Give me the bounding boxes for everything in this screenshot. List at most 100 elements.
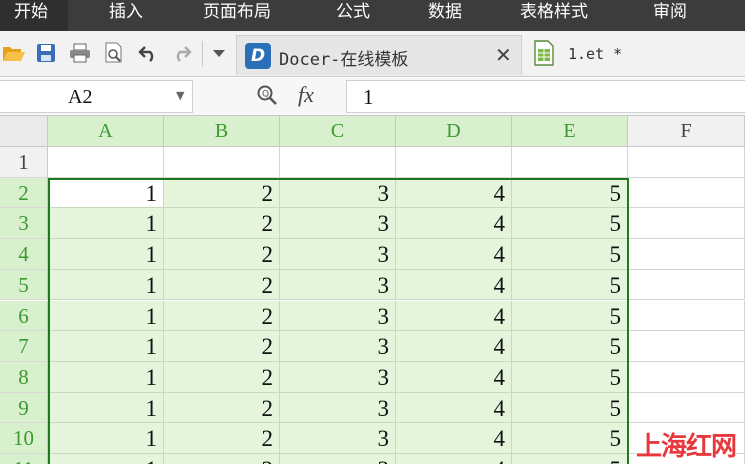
cell-f1[interactable] bbox=[628, 147, 745, 178]
cell-e11[interactable]: 5 bbox=[512, 454, 628, 464]
cell-e9[interactable]: 5 bbox=[512, 392, 628, 424]
cell-d9[interactable]: 4 bbox=[396, 392, 512, 424]
redo-icon[interactable] bbox=[170, 40, 194, 66]
cell-a2[interactable]: 1 bbox=[48, 177, 164, 209]
select-all-corner[interactable] bbox=[0, 116, 48, 147]
formula-input[interactable]: 1 bbox=[346, 80, 745, 113]
cell-b3[interactable]: 2 bbox=[164, 208, 280, 240]
row-header-5[interactable]: 5 bbox=[0, 269, 48, 301]
cell-c5[interactable]: 3 bbox=[280, 269, 396, 301]
column-header-c[interactable]: C bbox=[280, 116, 396, 147]
customize-dropdown-icon[interactable] bbox=[207, 40, 231, 66]
cell-e7[interactable]: 5 bbox=[512, 331, 628, 362]
cell-f3[interactable] bbox=[628, 208, 745, 240]
cell-c7[interactable]: 3 bbox=[280, 331, 396, 362]
insert-function-icon[interactable]: fx bbox=[298, 82, 314, 108]
cell-e6[interactable]: 5 bbox=[512, 300, 628, 332]
zoom-function-icon[interactable]: Q bbox=[256, 84, 278, 111]
cell-b6[interactable]: 2 bbox=[164, 300, 280, 332]
close-icon[interactable]: ✕ bbox=[495, 43, 512, 67]
row-header-8[interactable]: 8 bbox=[0, 361, 48, 393]
cell-e2[interactable]: 5 bbox=[512, 177, 628, 209]
cell-b8[interactable]: 2 bbox=[164, 361, 280, 393]
cell-d8[interactable]: 4 bbox=[396, 361, 512, 393]
column-header-d[interactable]: D bbox=[396, 116, 512, 147]
column-header-f[interactable]: F bbox=[628, 116, 745, 147]
cell-f8[interactable] bbox=[628, 361, 745, 393]
column-header-a[interactable]: A bbox=[48, 116, 164, 147]
cell-d10[interactable]: 4 bbox=[396, 423, 512, 454]
cell-a3[interactable]: 1 bbox=[48, 208, 164, 240]
undo-icon[interactable] bbox=[136, 40, 160, 66]
cell-a9[interactable]: 1 bbox=[48, 392, 164, 424]
cell-d5[interactable]: 4 bbox=[396, 269, 512, 301]
column-header-e[interactable]: E bbox=[512, 116, 628, 147]
cell-c9[interactable]: 3 bbox=[280, 392, 396, 424]
cell-f7[interactable] bbox=[628, 331, 745, 362]
cell-f5[interactable] bbox=[628, 269, 745, 301]
cell-e10[interactable]: 5 bbox=[512, 423, 628, 454]
cell-c8[interactable]: 3 bbox=[280, 361, 396, 393]
row-header-2[interactable]: 2 bbox=[0, 177, 48, 209]
open-folder-icon[interactable] bbox=[2, 40, 26, 66]
column-header-b[interactable]: B bbox=[164, 116, 280, 147]
cell-a11[interactable]: 1 bbox=[48, 454, 164, 464]
name-box[interactable]: A2 ▼ bbox=[0, 80, 193, 113]
spreadsheet-file-icon[interactable] bbox=[532, 40, 556, 66]
print-icon[interactable] bbox=[68, 40, 92, 66]
chevron-down-icon[interactable]: ▼ bbox=[176, 89, 184, 102]
row-header-10[interactable]: 10 bbox=[0, 423, 48, 454]
cell-d2[interactable]: 4 bbox=[396, 177, 512, 209]
cell-f9[interactable] bbox=[628, 392, 745, 424]
print-preview-icon[interactable] bbox=[102, 40, 126, 66]
cell-a6[interactable]: 1 bbox=[48, 300, 164, 332]
tab-docer-templates[interactable]: D Docer-在线模板 ✕ bbox=[236, 35, 522, 75]
cell-a1[interactable] bbox=[48, 147, 164, 178]
menu-tab-table-style[interactable]: 表格样式 bbox=[520, 0, 588, 31]
cell-d7[interactable]: 4 bbox=[396, 331, 512, 362]
cell-d4[interactable]: 4 bbox=[396, 239, 512, 270]
cell-b1[interactable] bbox=[164, 147, 280, 178]
cell-e3[interactable]: 5 bbox=[512, 208, 628, 240]
row-header-4[interactable]: 4 bbox=[0, 239, 48, 270]
cell-a10[interactable]: 1 bbox=[48, 423, 164, 454]
cell-b7[interactable]: 2 bbox=[164, 331, 280, 362]
menu-tab-insert[interactable]: 插入 bbox=[109, 0, 143, 31]
cell-c10[interactable]: 3 bbox=[280, 423, 396, 454]
cell-a7[interactable]: 1 bbox=[48, 331, 164, 362]
tab-file-1-et[interactable]: 1.et * bbox=[568, 45, 622, 63]
row-header-3[interactable]: 3 bbox=[0, 208, 48, 240]
cell-c6[interactable]: 3 bbox=[280, 300, 396, 332]
cell-e4[interactable]: 5 bbox=[512, 239, 628, 270]
row-header-1[interactable]: 1 bbox=[0, 147, 48, 178]
row-header-11[interactable]: 11 bbox=[0, 454, 48, 464]
row-header-9[interactable]: 9 bbox=[0, 392, 48, 424]
cell-a8[interactable]: 1 bbox=[48, 361, 164, 393]
cell-b2[interactable]: 2 bbox=[164, 177, 280, 209]
row-header-7[interactable]: 7 bbox=[0, 331, 48, 362]
cell-d1[interactable] bbox=[396, 147, 512, 178]
menu-tab-review[interactable]: 审阅 bbox=[653, 0, 687, 31]
save-icon[interactable] bbox=[34, 40, 58, 66]
cell-b4[interactable]: 2 bbox=[164, 239, 280, 270]
cell-c2[interactable]: 3 bbox=[280, 177, 396, 209]
cell-f2[interactable] bbox=[628, 177, 745, 209]
cell-e1[interactable] bbox=[512, 147, 628, 178]
cell-f6[interactable] bbox=[628, 300, 745, 332]
menu-tab-formulas[interactable]: 公式 bbox=[336, 0, 370, 31]
menu-tab-page-layout[interactable]: 页面布局 bbox=[203, 0, 271, 31]
cell-a4[interactable]: 1 bbox=[48, 239, 164, 270]
cell-e5[interactable]: 5 bbox=[512, 269, 628, 301]
cell-b5[interactable]: 2 bbox=[164, 269, 280, 301]
cell-e8[interactable]: 5 bbox=[512, 361, 628, 393]
cell-b11[interactable]: 2 bbox=[164, 454, 280, 464]
cell-c11[interactable]: 3 bbox=[280, 454, 396, 464]
cell-b10[interactable]: 2 bbox=[164, 423, 280, 454]
cell-d11[interactable]: 4 bbox=[396, 454, 512, 464]
cell-c1[interactable] bbox=[280, 147, 396, 178]
cell-d6[interactable]: 4 bbox=[396, 300, 512, 332]
cell-b9[interactable]: 2 bbox=[164, 392, 280, 424]
menu-tab-home[interactable]: 开始 bbox=[0, 0, 68, 31]
cell-a5[interactable]: 1 bbox=[48, 269, 164, 301]
cell-d3[interactable]: 4 bbox=[396, 208, 512, 240]
